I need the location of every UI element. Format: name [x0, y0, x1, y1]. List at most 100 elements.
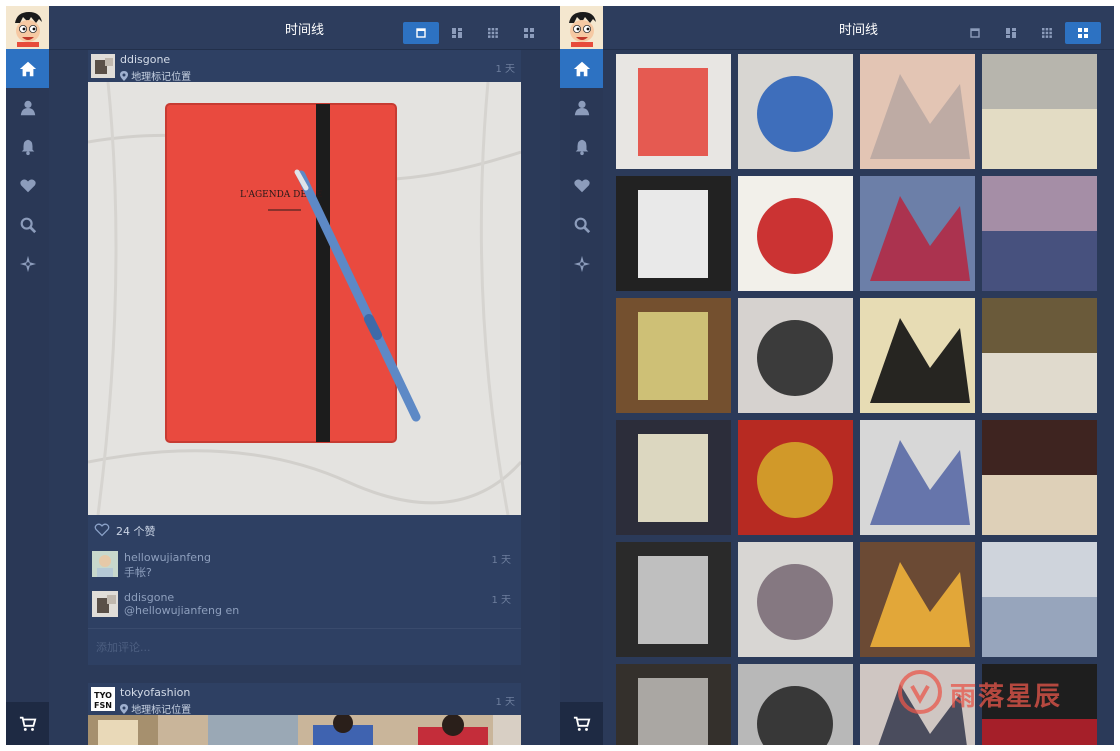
thumbnail-image	[738, 176, 853, 291]
top-bar: 时间线	[49, 6, 560, 50]
sidebar-item-profile[interactable]	[560, 88, 603, 127]
add-comment-input[interactable]: 添加评论...	[88, 628, 521, 665]
post-location[interactable]: 地理标记位置	[120, 68, 191, 83]
sidebar-item-explore[interactable]	[6, 244, 49, 283]
comment-time: 1 天	[491, 555, 511, 566]
main-content: 时间线	[603, 6, 1114, 745]
grid-photo-cake-slice-red[interactable]	[738, 176, 853, 291]
cartoon-face-icon	[562, 8, 601, 47]
post-time: 1 天	[495, 697, 515, 708]
grid-photo-gift-ribbon[interactable]	[982, 420, 1097, 535]
grid-photo-washington-graffiti[interactable]	[616, 542, 731, 657]
sidebar-item-search[interactable]	[6, 205, 49, 244]
thumbnail-image	[738, 420, 853, 535]
post-username[interactable]: ddisgone	[120, 53, 170, 66]
search-icon	[20, 217, 36, 233]
grid-photo-cheese-jars[interactable]	[982, 298, 1097, 413]
post-photo[interactable]: L'AGENDA DES É	[88, 82, 521, 515]
sidebar-item-likes[interactable]	[6, 166, 49, 205]
grid-photo-football-figure[interactable]	[738, 664, 853, 745]
thumbnail-image	[738, 664, 853, 745]
home-icon	[573, 61, 590, 76]
cart-button[interactable]	[6, 702, 49, 745]
view-grid-button[interactable]	[1065, 22, 1101, 44]
sidebar-item-likes[interactable]	[560, 166, 603, 205]
svg-text:FSN: FSN	[94, 701, 112, 710]
add-comment-placeholder: 添加评论...	[96, 641, 151, 654]
comment-user[interactable]: hellowujianfeng	[124, 551, 211, 564]
view-single-button[interactable]	[403, 22, 439, 44]
app-avatar[interactable]	[560, 6, 603, 49]
grid-photo-mannequin-crown[interactable]	[982, 176, 1097, 291]
view-grid-button[interactable]	[511, 22, 547, 44]
street-fashion-photo	[88, 715, 521, 745]
grid-photo-girl-selfie[interactable]	[738, 298, 853, 413]
grid-photo-fabric-pieces[interactable]	[738, 542, 853, 657]
user-photo-icon	[91, 54, 115, 78]
top-bar: 时间线	[603, 6, 1114, 50]
sidebar-item-home[interactable]	[6, 49, 49, 88]
grid-photo-dark-sculpture[interactable]	[616, 664, 731, 745]
location-pin-icon	[120, 71, 128, 81]
grid-photo-cheese-plate[interactable]	[982, 54, 1097, 169]
sidebar-item-home[interactable]	[560, 49, 603, 88]
post-avatar[interactable]	[91, 54, 115, 78]
view-small-grid-button[interactable]	[475, 22, 511, 44]
tyo-fsn-logo: TYO FSN	[91, 687, 115, 711]
post-avatar[interactable]: TYO FSN	[91, 687, 115, 711]
comment-user[interactable]: ddisgone	[124, 591, 174, 604]
person-icon	[20, 100, 35, 115]
feed: ddisgone 地理标记位置 1 天 L'AGENDA DES É 24 个赞…	[88, 50, 521, 745]
right-panel: 时间线	[560, 6, 1114, 745]
sidebar-item-search[interactable]	[560, 205, 603, 244]
sidebar-item-explore[interactable]	[560, 244, 603, 283]
sidebar-item-notifications[interactable]	[6, 127, 49, 166]
grid-photo-building-facade[interactable]	[982, 542, 1097, 657]
likes-count[interactable]: 24 个赞	[116, 523, 156, 539]
home-icon	[19, 61, 36, 76]
sidebar-item-profile[interactable]	[6, 88, 49, 127]
notebook-photo: L'AGENDA DES É	[88, 82, 521, 515]
likes-row: 24 个赞	[88, 515, 521, 544]
post-username[interactable]: tokyofashion	[120, 686, 190, 699]
comment-avatar[interactable]	[92, 591, 118, 617]
view-small-grid-button[interactable]	[1029, 22, 1065, 44]
grid-photo-computer-screen[interactable]	[860, 420, 975, 535]
grid-photo-eat-me-sign[interactable]	[860, 298, 975, 413]
grid-photo-cream-texture[interactable]	[616, 420, 731, 535]
grid-photo-kid-waving[interactable]	[860, 542, 975, 657]
view-masonry-button[interactable]	[439, 22, 475, 44]
post: TYO FSN tokyofashion 地理标记位置 1 天	[88, 683, 521, 745]
view-single-button[interactable]	[957, 22, 993, 44]
svg-text:TYO: TYO	[94, 691, 112, 700]
grid-photo-girls-street-fashion[interactable]	[738, 54, 853, 169]
comment-text: @hellowujianfeng en	[124, 604, 240, 617]
sidebar	[6, 6, 49, 745]
grid-photo-anime-poster[interactable]	[860, 54, 975, 169]
view-masonry-button[interactable]	[993, 22, 1029, 44]
post-photo[interactable]	[88, 715, 521, 745]
app-avatar[interactable]	[6, 6, 49, 49]
user-photo-icon	[92, 591, 118, 617]
thumbnail-image	[616, 542, 731, 657]
grid-photo-pig-drawing[interactable]	[616, 176, 731, 291]
post-location[interactable]: 地理标记位置	[120, 701, 191, 716]
comment-time: 1 天	[491, 595, 511, 606]
sidebar-item-notifications[interactable]	[560, 127, 603, 166]
comments: hellowujianfeng 手帐? 1 天 ddisgone @hellow…	[88, 544, 521, 665]
post: ddisgone 地理标记位置 1 天 L'AGENDA DES É 24 个赞…	[88, 50, 521, 665]
grid-photo-mannequin-red[interactable]	[860, 176, 975, 291]
thumbnail-image	[982, 176, 1097, 291]
thumbnail-image	[860, 298, 975, 413]
cart-button[interactable]	[560, 702, 603, 745]
grid-photo-mustard-bottles[interactable]	[738, 420, 853, 535]
grid-photo-red-notebook[interactable]	[616, 54, 731, 169]
thumbnail-image	[616, 664, 731, 745]
thumbnail-image	[616, 298, 731, 413]
grid-photo-fruit-tarts[interactable]	[616, 298, 731, 413]
like-heart-icon[interactable]	[94, 522, 110, 537]
comment-avatar[interactable]	[92, 551, 118, 577]
view-switcher	[957, 22, 1101, 44]
heart-icon	[19, 178, 36, 192]
thumbnail-image	[616, 176, 731, 291]
